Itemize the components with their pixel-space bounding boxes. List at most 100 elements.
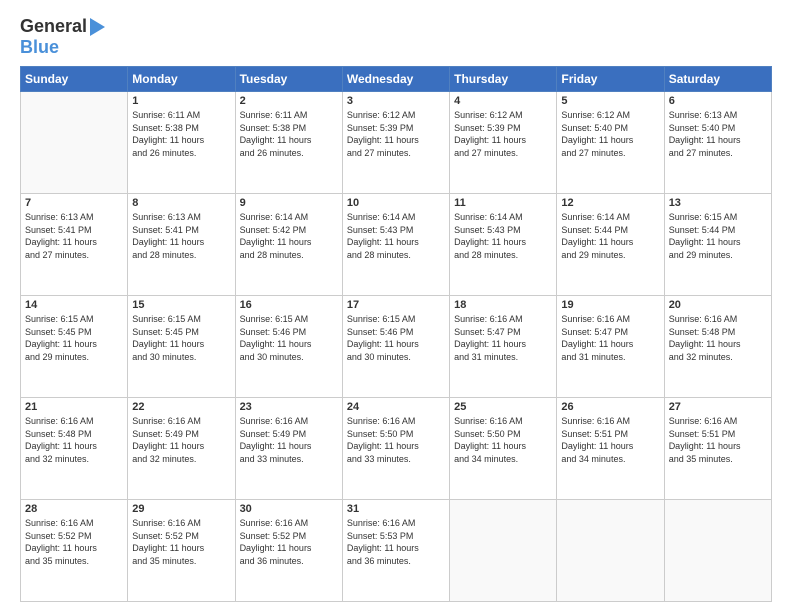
header: General Blue <box>20 16 772 58</box>
calendar-week-3: 14 Sunrise: 6:15 AMSunset: 5:45 PMDayligh… <box>21 296 772 398</box>
calendar-cell: 12 Sunrise: 6:14 AMSunset: 5:44 PMDayligh… <box>557 194 664 296</box>
day-number: 25 <box>454 401 552 413</box>
day-number: 24 <box>347 401 445 413</box>
day-info: Sunrise: 6:16 AMSunset: 5:53 PMDaylight:… <box>347 517 445 567</box>
calendar-cell: 7 Sunrise: 6:13 AMSunset: 5:41 PMDaylight… <box>21 194 128 296</box>
day-info: Sunrise: 6:13 AMSunset: 5:41 PMDaylight:… <box>132 211 230 261</box>
day-info: Sunrise: 6:16 AMSunset: 5:47 PMDaylight:… <box>454 313 552 363</box>
calendar-header-row: SundayMondayTuesdayWednesdayThursdayFrid… <box>21 67 772 92</box>
day-info: Sunrise: 6:16 AMSunset: 5:48 PMDaylight:… <box>25 415 123 465</box>
day-number: 27 <box>669 401 767 413</box>
day-info: Sunrise: 6:14 AMSunset: 5:44 PMDaylight:… <box>561 211 659 261</box>
calendar-cell <box>21 92 128 194</box>
day-info: Sunrise: 6:15 AMSunset: 5:46 PMDaylight:… <box>240 313 338 363</box>
calendar-cell: 15 Sunrise: 6:15 AMSunset: 5:45 PMDayligh… <box>128 296 235 398</box>
logo-text-blue: Blue <box>20 37 59 57</box>
day-number: 8 <box>132 197 230 209</box>
calendar-week-4: 21 Sunrise: 6:16 AMSunset: 5:48 PMDayligh… <box>21 398 772 500</box>
calendar-cell: 21 Sunrise: 6:16 AMSunset: 5:48 PMDayligh… <box>21 398 128 500</box>
calendar-cell: 1 Sunrise: 6:11 AMSunset: 5:38 PMDaylight… <box>128 92 235 194</box>
day-info: Sunrise: 6:16 AMSunset: 5:50 PMDaylight:… <box>454 415 552 465</box>
day-info: Sunrise: 6:16 AMSunset: 5:52 PMDaylight:… <box>132 517 230 567</box>
day-number: 2 <box>240 95 338 107</box>
calendar-week-1: 1 Sunrise: 6:11 AMSunset: 5:38 PMDaylight… <box>21 92 772 194</box>
calendar-cell: 5 Sunrise: 6:12 AMSunset: 5:40 PMDaylight… <box>557 92 664 194</box>
logo-line2: Blue <box>20 37 59 58</box>
day-number: 26 <box>561 401 659 413</box>
calendar-cell: 29 Sunrise: 6:16 AMSunset: 5:52 PMDayligh… <box>128 500 235 602</box>
calendar-cell: 23 Sunrise: 6:16 AMSunset: 5:49 PMDayligh… <box>235 398 342 500</box>
day-number: 20 <box>669 299 767 311</box>
day-number: 22 <box>132 401 230 413</box>
day-number: 12 <box>561 197 659 209</box>
calendar-cell: 20 Sunrise: 6:16 AMSunset: 5:48 PMDayligh… <box>664 296 771 398</box>
day-info: Sunrise: 6:15 AMSunset: 5:46 PMDaylight:… <box>347 313 445 363</box>
day-info: Sunrise: 6:16 AMSunset: 5:49 PMDaylight:… <box>132 415 230 465</box>
day-header-wednesday: Wednesday <box>342 67 449 92</box>
calendar-cell: 19Sunrise: 6:16 AMSunset: 5:47 PMDayligh… <box>557 296 664 398</box>
calendar-cell: 11 Sunrise: 6:14 AMSunset: 5:43 PMDayligh… <box>450 194 557 296</box>
calendar-cell: 18 Sunrise: 6:16 AMSunset: 5:47 PMDayligh… <box>450 296 557 398</box>
day-info: Sunrise: 6:16 AMSunset: 5:49 PMDaylight:… <box>240 415 338 465</box>
day-info: Sunrise: 6:16 AMSunset: 5:51 PMDaylight:… <box>561 415 659 465</box>
calendar-cell: 16Sunrise: 6:15 AMSunset: 5:46 PMDayligh… <box>235 296 342 398</box>
page: General Blue SundayMondayTuesdayWednesda… <box>0 0 792 612</box>
day-number: 5 <box>561 95 659 107</box>
day-number: 10 <box>347 197 445 209</box>
calendar-cell: 8 Sunrise: 6:13 AMSunset: 5:41 PMDaylight… <box>128 194 235 296</box>
logo-text-general: General <box>20 16 87 37</box>
day-info: Sunrise: 6:13 AMSunset: 5:40 PMDaylight:… <box>669 109 767 159</box>
day-number: 17 <box>347 299 445 311</box>
day-info: Sunrise: 6:14 AMSunset: 5:43 PMDaylight:… <box>347 211 445 261</box>
day-number: 29 <box>132 503 230 515</box>
day-info: Sunrise: 6:14 AMSunset: 5:43 PMDaylight:… <box>454 211 552 261</box>
day-number: 15 <box>132 299 230 311</box>
calendar-cell: 27Sunrise: 6:16 AMSunset: 5:51 PMDayligh… <box>664 398 771 500</box>
day-info: Sunrise: 6:12 AMSunset: 5:39 PMDaylight:… <box>454 109 552 159</box>
day-info: Sunrise: 6:15 AMSunset: 5:45 PMDaylight:… <box>25 313 123 363</box>
calendar-cell: 31 Sunrise: 6:16 AMSunset: 5:53 PMDayligh… <box>342 500 449 602</box>
day-number: 23 <box>240 401 338 413</box>
day-number: 18 <box>454 299 552 311</box>
day-number: 3 <box>347 95 445 107</box>
day-number: 13 <box>669 197 767 209</box>
day-number: 28 <box>25 503 123 515</box>
day-number: 31 <box>347 503 445 515</box>
day-number: 7 <box>25 197 123 209</box>
calendar-cell: 22 Sunrise: 6:16 AMSunset: 5:49 PMDayligh… <box>128 398 235 500</box>
day-info: Sunrise: 6:16 AMSunset: 5:52 PMDaylight:… <box>240 517 338 567</box>
day-number: 11 <box>454 197 552 209</box>
day-header-thursday: Thursday <box>450 67 557 92</box>
day-info: Sunrise: 6:13 AMSunset: 5:41 PMDaylight:… <box>25 211 123 261</box>
calendar-cell: 28Sunrise: 6:16 AMSunset: 5:52 PMDayligh… <box>21 500 128 602</box>
day-header-tuesday: Tuesday <box>235 67 342 92</box>
day-info: Sunrise: 6:11 AMSunset: 5:38 PMDaylight:… <box>132 109 230 159</box>
day-info: Sunrise: 6:12 AMSunset: 5:40 PMDaylight:… <box>561 109 659 159</box>
calendar-cell: 10 Sunrise: 6:14 AMSunset: 5:43 PMDayligh… <box>342 194 449 296</box>
day-header-saturday: Saturday <box>664 67 771 92</box>
day-info: Sunrise: 6:14 AMSunset: 5:42 PMDaylight:… <box>240 211 338 261</box>
day-info: Sunrise: 6:11 AMSunset: 5:38 PMDaylight:… <box>240 109 338 159</box>
day-number: 6 <box>669 95 767 107</box>
calendar-week-5: 28 Sunrise: 6:16 AMSunset: 5:52 PMDayligh… <box>21 500 772 602</box>
day-info: Sunrise: 6:16 AMSunset: 5:50 PMDaylight:… <box>347 415 445 465</box>
logo: General Blue <box>20 16 105 58</box>
calendar-cell: 14 Sunrise: 6:15 AMSunset: 5:45 PMDayligh… <box>21 296 128 398</box>
calendar-cell: 9Sunrise: 6:14 AMSunset: 5:42 PMDaylight… <box>235 194 342 296</box>
day-header-sunday: Sunday <box>21 67 128 92</box>
calendar-cell: 26 Sunrise: 6:16 AMSunset: 5:51 PMDayligh… <box>557 398 664 500</box>
day-info: Sunrise: 6:15 AMSunset: 5:45 PMDaylight:… <box>132 313 230 363</box>
day-number: 14 <box>25 299 123 311</box>
calendar-cell: 3Sunrise: 6:12 AMSunset: 5:39 PMDaylight… <box>342 92 449 194</box>
day-number: 4 <box>454 95 552 107</box>
logo-line1: General <box>20 16 105 37</box>
day-info: Sunrise: 6:16 AMSunset: 5:47 PMDaylight:… <box>561 313 659 363</box>
day-info: Sunrise: 6:16 AMSunset: 5:48 PMDaylight:… <box>669 313 767 363</box>
logo-arrow-icon <box>90 18 105 36</box>
day-header-monday: Monday <box>128 67 235 92</box>
day-number: 1 <box>132 95 230 107</box>
day-number: 21 <box>25 401 123 413</box>
calendar-cell <box>664 500 771 602</box>
day-number: 30 <box>240 503 338 515</box>
day-info: Sunrise: 6:15 AMSunset: 5:44 PMDaylight:… <box>669 211 767 261</box>
